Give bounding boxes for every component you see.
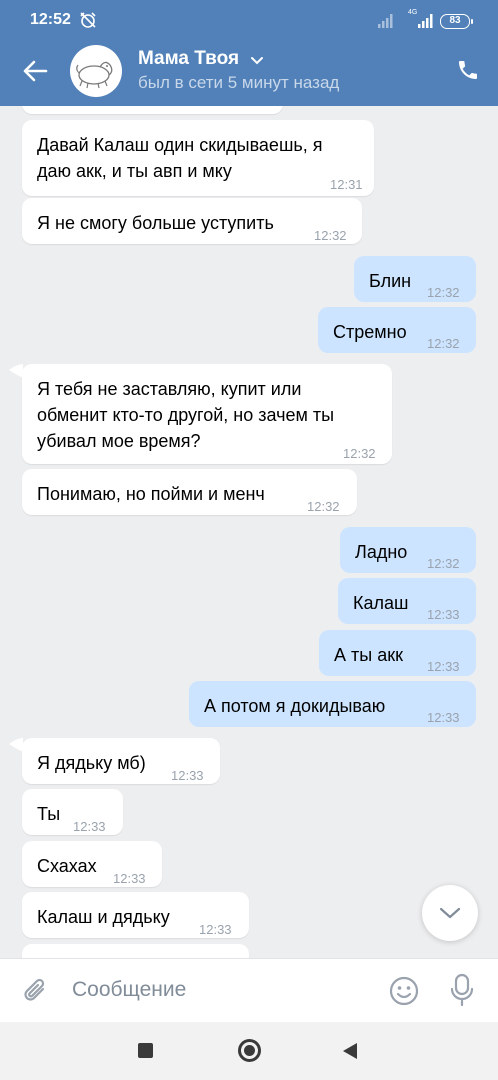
message-time: 12:33 xyxy=(171,768,204,783)
back-arrow-icon[interactable] xyxy=(20,56,50,86)
message-time: 12:33 xyxy=(427,607,460,622)
message-time: 12:33 xyxy=(199,922,232,937)
message-bubble-incoming[interactable]: Ты 12:33 xyxy=(22,789,123,835)
message-bubble-incoming[interactable]: Я тебя не заставляю, купит или обменит кт… xyxy=(22,364,392,464)
message-text: Калаш и дядьку xyxy=(37,907,170,927)
avatar-drawing-icon xyxy=(76,61,113,89)
avatar[interactable] xyxy=(70,45,122,97)
message-time: 12:33 xyxy=(427,710,460,725)
signal-icon xyxy=(378,14,393,28)
message-time: 12:32 xyxy=(427,336,460,351)
message-text: Калаш xyxy=(353,593,409,613)
recent-apps-icon[interactable] xyxy=(138,1043,153,1058)
back-triangle-icon[interactable] xyxy=(342,1042,358,1060)
message-time: 12:32 xyxy=(427,556,460,571)
message-text: Я тебя не заставляю, купит или обменит кт… xyxy=(37,379,335,451)
message-bubble-outgoing[interactable]: А потом я докидываю 12:33 xyxy=(189,681,476,727)
message-time: 12:32 xyxy=(307,499,340,514)
phone-icon[interactable] xyxy=(456,58,480,82)
message-time: 12:33 xyxy=(73,819,106,834)
message-text: Понимаю, но пойми и менч xyxy=(37,484,265,504)
message-time: 12:32 xyxy=(314,228,347,243)
message-bubble-outgoing[interactable]: Калаш 12:33 xyxy=(338,578,476,624)
message-list[interactable]: Давай Калаш один скидываешь, я даю акк, и… xyxy=(0,106,498,958)
emoji-icon[interactable] xyxy=(388,975,420,1007)
message-bubble-incoming[interactable]: Я не смогу больше уступить 12:32 xyxy=(22,198,362,244)
message-bubble-incoming[interactable] xyxy=(22,106,283,114)
network-type: 4G xyxy=(408,9,418,16)
message-composer xyxy=(0,958,498,1022)
message-bubble-incoming[interactable] xyxy=(22,944,249,958)
message-bubble-incoming[interactable]: Понимаю, но пойми и менч 12:32 xyxy=(22,469,357,515)
message-time: 12:32 xyxy=(427,285,460,300)
message-bubble-incoming[interactable]: Давай Калаш один скидываешь, я даю акк, и… xyxy=(22,120,374,196)
contact-name[interactable]: Мама Твоя xyxy=(138,48,239,70)
message-text: Блин xyxy=(369,271,412,291)
message-bubble-outgoing[interactable]: Блин 12:32 xyxy=(354,256,476,302)
chevron-down-icon[interactable] xyxy=(250,56,264,66)
message-text: Я не смогу больше уступить xyxy=(37,213,274,233)
microphone-icon[interactable] xyxy=(450,973,474,1007)
status-time: 12:52 xyxy=(30,11,71,28)
contact-status: был в сети 5 минут назад xyxy=(138,73,340,92)
message-time: 12:33 xyxy=(113,871,146,886)
message-text: Я дядьку мб) xyxy=(37,753,146,773)
message-bubble-outgoing[interactable]: Ладно 12:32 xyxy=(340,527,476,573)
home-icon[interactable] xyxy=(238,1039,261,1062)
status-bar: 12:52 4G 83 xyxy=(0,0,498,44)
message-time: 12:32 xyxy=(343,446,376,461)
signal-icon xyxy=(418,14,433,28)
message-text: А потом я докидываю xyxy=(204,696,386,716)
message-time: 12:33 xyxy=(427,659,460,674)
message-bubble-outgoing[interactable]: Стремно 12:32 xyxy=(318,307,476,353)
message-input[interactable] xyxy=(72,978,362,1002)
bubble-tail xyxy=(9,738,23,752)
message-text: Ладно xyxy=(355,542,408,562)
message-bubble-incoming[interactable]: Схахах 12:33 xyxy=(22,841,162,887)
chevron-down-icon xyxy=(439,907,461,919)
message-text: Давай Калаш один скидываешь, я даю акк, и… xyxy=(37,135,323,181)
message-text: Схахах xyxy=(37,856,97,876)
paperclip-icon[interactable] xyxy=(22,975,50,1007)
message-bubble-incoming[interactable]: Калаш и дядьку 12:33 xyxy=(22,892,249,938)
app-header: 12:52 4G 83 Мама Твоя был в сети 5 минут… xyxy=(0,0,498,106)
battery-level: 83 xyxy=(449,15,461,26)
system-navigation-bar xyxy=(0,1022,498,1080)
alarm-off-icon xyxy=(80,12,96,28)
message-bubble-incoming[interactable]: Я дядьку мб) 12:33 xyxy=(22,738,220,784)
message-time: 12:31 xyxy=(330,177,363,192)
bubble-tail xyxy=(9,364,23,378)
battery-icon: 83 xyxy=(440,14,473,29)
message-text: Ты xyxy=(37,804,61,824)
message-bubble-outgoing[interactable]: А ты акк 12:33 xyxy=(319,630,476,676)
message-text: Стремно xyxy=(333,322,407,342)
scroll-to-bottom-button[interactable] xyxy=(422,885,478,941)
message-text: А ты акк xyxy=(334,645,403,665)
